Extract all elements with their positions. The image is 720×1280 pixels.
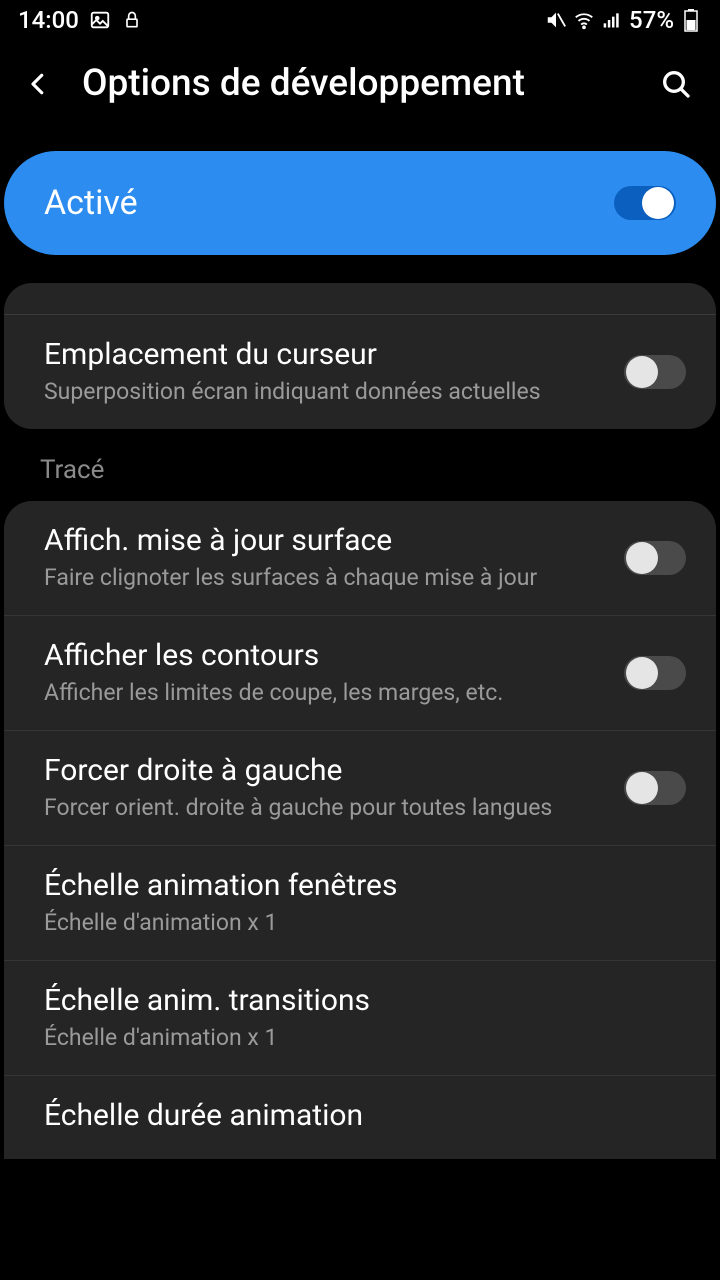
back-button[interactable] <box>18 64 58 104</box>
row-title: Échelle anim. transitions <box>44 983 686 1018</box>
settings-card-1: Emplacement du curseur Superposition écr… <box>4 283 716 429</box>
master-toggle-label: Activé <box>44 183 138 223</box>
row-subtitle: Faire clignoter les surfaces à chaque mi… <box>44 562 604 593</box>
toggle-force-rtl[interactable] <box>624 771 686 805</box>
image-icon <box>89 9 111 31</box>
battery-percent: 57% <box>629 6 674 34</box>
row-title: Forcer droite à gauche <box>44 753 604 788</box>
row-title: Échelle animation fenêtres <box>44 868 686 903</box>
toggle-surface-updates[interactable] <box>624 541 686 575</box>
row-animator-duration-scale[interactable]: Échelle durée animation <box>4 1076 716 1159</box>
row-title: Emplacement du curseur <box>44 337 604 372</box>
settings-card-2: Affich. mise à jour surface Faire cligno… <box>4 501 716 1159</box>
page-title: Options de développement <box>82 62 632 105</box>
master-toggle-row[interactable]: Activé <box>4 151 716 255</box>
row-subtitle: Afficher les limites de coupe, les marge… <box>44 677 604 708</box>
row-title: Afficher les contours <box>44 638 604 673</box>
row-subtitle: Échelle d'animation x 1 <box>44 907 686 938</box>
lock-icon <box>121 9 143 31</box>
row-subtitle: Forcer orient. droite à gauche pour tout… <box>44 792 604 823</box>
mute-icon <box>545 9 567 31</box>
partial-row-top <box>4 283 716 315</box>
row-title: Affich. mise à jour surface <box>44 523 604 558</box>
row-title: Échelle durée animation <box>44 1098 686 1133</box>
toggle-layout-bounds[interactable] <box>624 656 686 690</box>
clock: 14:00 <box>18 6 79 34</box>
row-transition-animation-scale[interactable]: Échelle anim. transitions Échelle d'anim… <box>4 961 716 1076</box>
battery-icon <box>680 9 702 31</box>
master-toggle-switch[interactable] <box>614 186 676 220</box>
toggle-pointer-location[interactable] <box>624 355 686 389</box>
row-subtitle: Superposition écran indiquant données ac… <box>44 376 604 407</box>
row-force-rtl[interactable]: Forcer droite à gauche Forcer orient. dr… <box>4 731 716 846</box>
page-header: Options de développement <box>0 38 720 129</box>
row-pointer-location[interactable]: Emplacement du curseur Superposition écr… <box>4 315 716 429</box>
row-window-animation-scale[interactable]: Échelle animation fenêtres Échelle d'ani… <box>4 846 716 961</box>
section-header-drawing: Tracé <box>0 429 720 501</box>
row-subtitle: Échelle d'animation x 1 <box>44 1022 686 1053</box>
wifi-icon <box>573 9 595 31</box>
status-bar: 14:00 57% <box>0 0 720 38</box>
row-surface-updates[interactable]: Affich. mise à jour surface Faire cligno… <box>4 501 716 616</box>
signal-icon <box>601 9 623 31</box>
search-button[interactable] <box>656 64 696 104</box>
row-layout-bounds[interactable]: Afficher les contours Afficher les limit… <box>4 616 716 731</box>
